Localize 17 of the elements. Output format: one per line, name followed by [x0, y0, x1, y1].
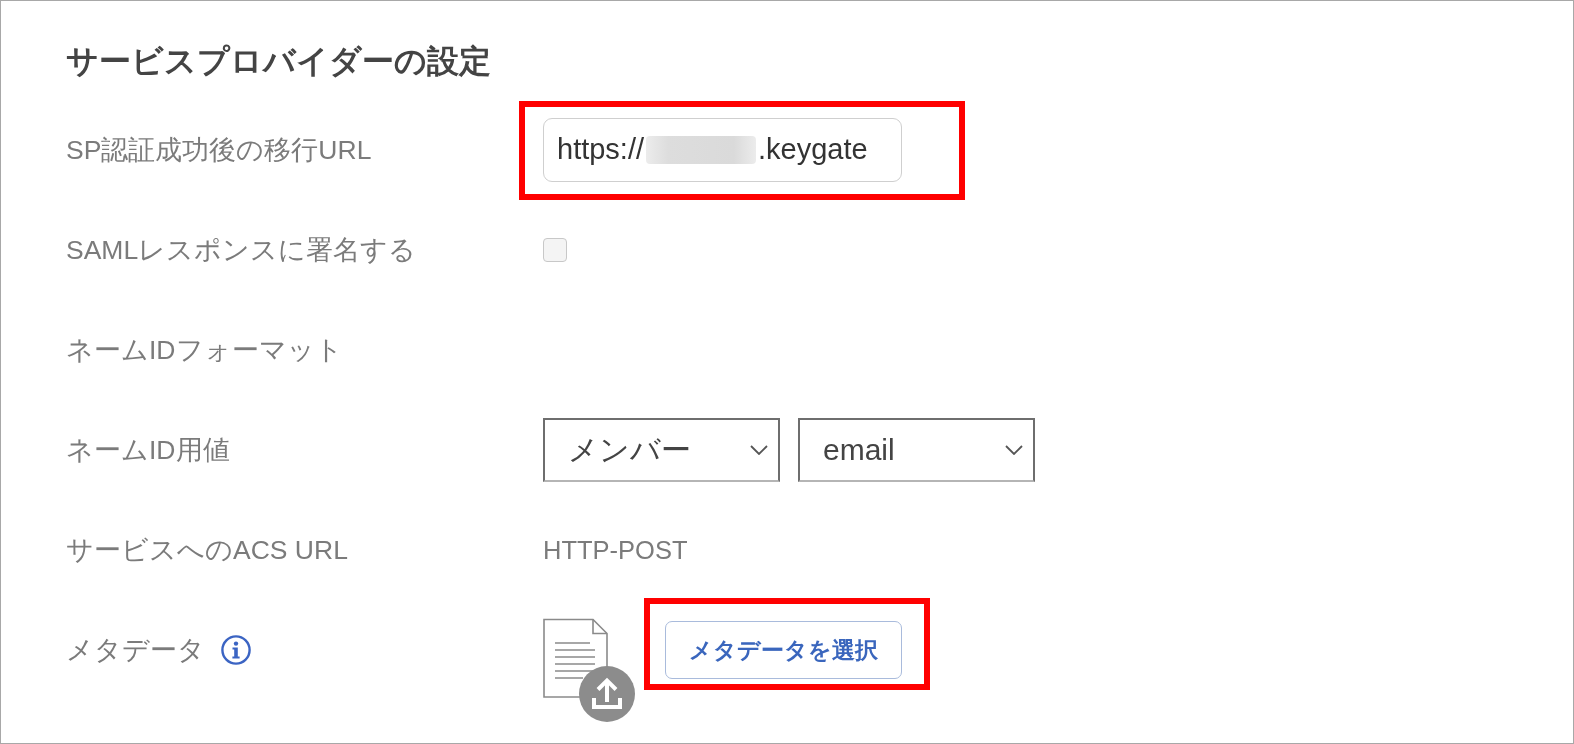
field-label: ネームID用値: [66, 434, 230, 467]
field-label: ネームIDフォーマット: [66, 334, 343, 367]
section-title: サービスプロバイダーの設定: [66, 42, 491, 81]
checkbox[interactable]: [543, 238, 567, 262]
binding-value: HTTP-POST: [543, 535, 688, 565]
chevron-down-icon: [750, 445, 768, 455]
field-label: サービスへのACS URL: [66, 534, 348, 567]
document-upload-icon: [543, 618, 636, 723]
url-field[interactable]: https:// .keygate: [543, 117, 902, 182]
field-label: SP認証成功後の移行URL: [66, 134, 372, 167]
select-metadata-button[interactable]: メタデータを選択: [665, 621, 902, 679]
dropdown[interactable]: メンバー: [543, 418, 780, 482]
info-icon[interactable]: [221, 635, 251, 665]
dropdown[interactable]: email: [798, 418, 1035, 482]
field-label: SAMLレスポンスに署名する: [66, 234, 417, 267]
chevron-down-icon: [1005, 445, 1023, 455]
field-label: メタデータ: [66, 634, 205, 667]
